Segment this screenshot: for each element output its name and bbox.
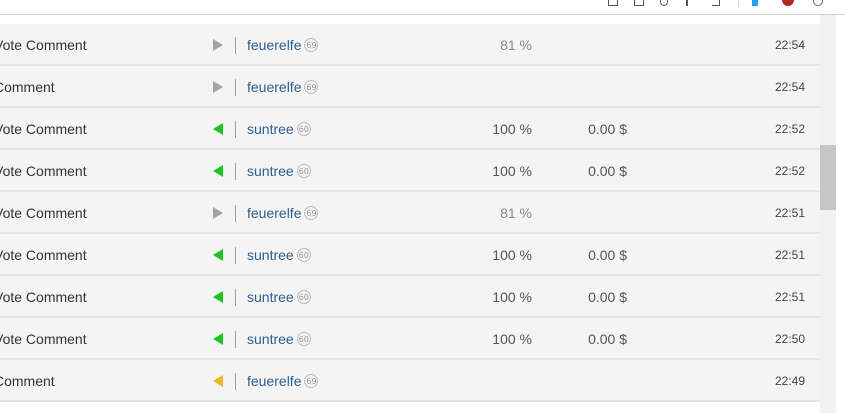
reputation-badge: 69 (304, 80, 319, 94)
vote-value: 0.00 $ (588, 121, 627, 137)
timestamp: 22:52 (774, 164, 805, 178)
timestamp: 22:50 (774, 332, 805, 346)
arrow-left-icon (213, 123, 223, 135)
operation-type: Comment (0, 373, 55, 389)
username[interactable]: feuerelfe (247, 373, 301, 389)
table-row: Comment feuerelfe 69 22:54 (0, 66, 820, 108)
username[interactable]: feuerelfe (247, 79, 301, 95)
timestamp: 22:49 (774, 374, 805, 388)
user-link[interactable]: feuerelfe 69 (247, 192, 319, 234)
shield-icon[interactable] (660, 0, 668, 6)
username[interactable]: suntree (247, 163, 294, 179)
username[interactable]: suntree (247, 331, 294, 347)
reputation-badge: 60 (296, 164, 311, 178)
reputation-badge: 69 (304, 206, 319, 220)
arrow-right-icon (213, 207, 223, 219)
user-link[interactable]: suntree 60 (247, 318, 311, 360)
operation-type: Vote Comment (0, 205, 87, 221)
operation-type: Vote Comment (0, 37, 87, 53)
reputation-badge: 60 (296, 290, 311, 304)
timestamp: 22:52 (774, 122, 805, 136)
user-link[interactable]: suntree 60 (247, 276, 311, 318)
divider (235, 247, 236, 264)
reputation-badge: 69 (304, 374, 319, 388)
divider (235, 289, 236, 306)
arrow-left-icon (213, 291, 223, 303)
vote-value: 0.00 $ (588, 289, 627, 305)
timestamp: 22:51 (774, 206, 805, 220)
operation-type: Vote Comment (0, 289, 87, 305)
divider (235, 79, 236, 96)
toolbar-separator (738, 0, 739, 7)
extension-icon[interactable] (752, 0, 758, 6)
right-edge (836, 15, 845, 413)
reputation-badge: 60 (296, 248, 311, 262)
table-row: Vote Comment suntree 60 100 % 0.00 $ 22:50 (0, 318, 820, 360)
scrollbar-thumb[interactable] (820, 145, 836, 210)
divider (235, 373, 236, 390)
user-link[interactable]: feuerelfe 69 (247, 66, 319, 108)
arrow-right-icon (213, 39, 223, 51)
record-icon[interactable] (782, 0, 794, 6)
username[interactable]: feuerelfe (247, 205, 301, 221)
table-row: Vote Comment feuerelfe 69 81 % 22:54 (0, 24, 820, 66)
vote-weight: 100 % (492, 331, 532, 347)
divider (235, 121, 236, 138)
timestamp: 22:51 (774, 290, 805, 304)
username[interactable]: suntree (247, 121, 294, 137)
vote-weight: 100 % (492, 163, 532, 179)
timestamp: 22:54 (774, 80, 805, 94)
user-link[interactable]: suntree 60 (247, 108, 311, 150)
user-link[interactable]: suntree 60 (247, 150, 311, 192)
vote-value: 0.00 $ (588, 247, 627, 263)
save-icon[interactable] (608, 0, 618, 6)
operation-type: Comment (0, 79, 55, 95)
vote-weight: 100 % (492, 247, 532, 263)
table-row: Vote Comment feuerelfe 69 81 % 22:51 (0, 192, 820, 234)
timestamp: 22:54 (774, 38, 805, 52)
browser-toolbar (0, 0, 845, 15)
user-link[interactable]: feuerelfe 69 (247, 360, 319, 402)
divider (235, 205, 236, 222)
vote-value: 0.00 $ (588, 331, 627, 347)
puzzle-icon[interactable] (813, 0, 823, 6)
vote-weight: 100 % (492, 289, 532, 305)
operation-type: Vote Comment (0, 121, 87, 137)
vote-weight: 81 % (500, 205, 532, 221)
arrow-left-icon (213, 165, 223, 177)
table-row: Vote Comment suntree 60 100 % 0.00 $ 22:52 (0, 108, 820, 150)
username[interactable]: suntree (247, 247, 294, 263)
table-row: Comment feuerelfe 69 22:49 (0, 360, 820, 402)
arrow-left-icon (213, 333, 223, 345)
divider (235, 331, 236, 348)
document-icon[interactable] (634, 0, 644, 6)
username[interactable]: feuerelfe (247, 37, 301, 53)
timestamp: 22:51 (774, 248, 805, 262)
arrow-left-icon (213, 249, 223, 261)
user-link[interactable]: suntree 60 (247, 234, 311, 276)
operation-type: Vote Comment (0, 163, 87, 179)
table-row: Vote Comment suntree 60 100 % 0.00 $ 22:51 (0, 276, 820, 318)
vote-value: 0.00 $ (588, 163, 627, 179)
activity-feed: Vote Comment feuerelfe 69 81 % 22:54 Comment f… (0, 24, 820, 402)
reputation-badge: 60 (296, 332, 311, 346)
username[interactable]: suntree (247, 289, 294, 305)
user-link[interactable]: feuerelfe 69 (247, 24, 319, 66)
operation-type: Vote Comment (0, 331, 87, 347)
divider (235, 163, 236, 180)
reputation-badge: 60 (296, 122, 311, 136)
divider (235, 37, 236, 54)
scrollbar-track[interactable] (820, 15, 836, 413)
table-row: Vote Comment suntree 60 100 % 0.00 $ 22:52 (0, 150, 820, 192)
arrow-right-icon (213, 81, 223, 93)
table-row: Vote Comment suntree 60 100 % 0.00 $ 22:51 (0, 234, 820, 276)
arrow-left-icon (213, 375, 223, 387)
operation-type: Vote Comment (0, 247, 87, 263)
pen-icon[interactable] (686, 0, 692, 6)
vote-weight: 81 % (500, 37, 532, 53)
bookmark-icon[interactable] (712, 0, 720, 6)
reputation-badge: 69 (304, 38, 319, 52)
vote-weight: 100 % (492, 121, 532, 137)
